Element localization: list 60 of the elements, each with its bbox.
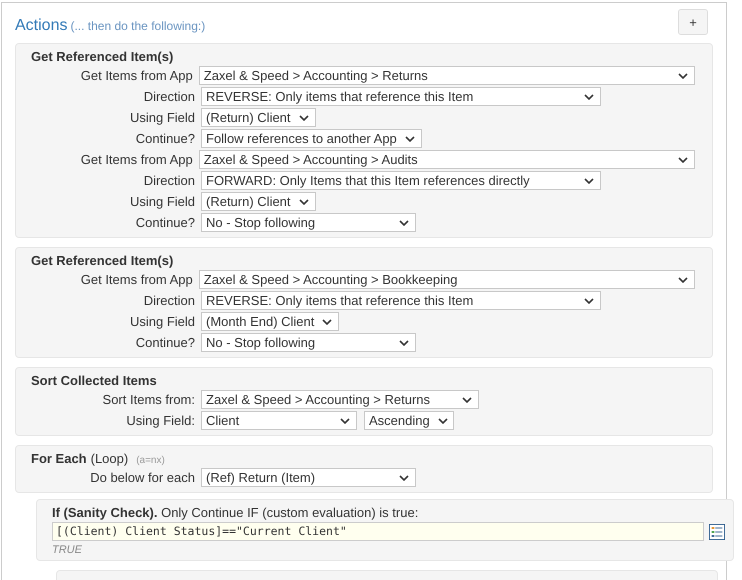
field-label: Sort Items from:: [102, 392, 196, 407]
field-label: Using Field: [128, 110, 196, 125]
dropdown[interactable]: (Return) Client: [201, 108, 316, 127]
card-hint: (a=nx): [136, 455, 165, 466]
field-label: Using Field:: [125, 413, 196, 428]
dropdown[interactable]: (Month End) Client: [201, 312, 340, 331]
section-subtitle: (... then do the following:): [70, 19, 206, 33]
field-label: Using Field: [128, 314, 196, 329]
dropdown[interactable]: Zaxel & Speed > Accounting > Returns: [198, 66, 695, 85]
dropdown[interactable]: No - Stop following: [201, 333, 416, 352]
chevron-icon: [298, 114, 309, 120]
dropdown[interactable]: Zaxel & Speed > Accounting > Bookkeeping: [198, 270, 695, 289]
dropdown[interactable]: REVERSE: Only items that reference this Item: [201, 291, 601, 310]
chevron-icon: [404, 136, 415, 142]
chevron-icon: [678, 72, 688, 78]
chevron-icon: [462, 396, 472, 402]
field-label: Continue?: [134, 335, 196, 350]
dropdown[interactable]: (Return) Client: [201, 192, 316, 211]
chevron-icon: [438, 418, 448, 424]
chevron-icon: [584, 298, 594, 304]
dropdown[interactable]: No - Stop following: [201, 213, 416, 232]
chevron-icon: [322, 318, 332, 324]
dropdown[interactable]: Client: [201, 411, 357, 430]
field-label: Direction: [142, 293, 196, 308]
field-label: Get Items from App: [80, 272, 194, 287]
dropdown[interactable]: REVERSE: Only items that reference this Item: [201, 87, 601, 106]
dropdown[interactable]: Follow references to another App: [201, 129, 422, 148]
dropdown[interactable]: Zaxel & Speed > Accounting > Returns: [201, 390, 479, 409]
chevron-icon: [298, 198, 309, 204]
field-label: Continue?: [134, 131, 196, 146]
chevron-icon: [399, 220, 409, 226]
field-label: Continue?: [134, 215, 196, 230]
dropdown[interactable]: FORWARD: Only Items that this Item references directly: [201, 171, 601, 190]
condition-title: If (Sanity Check). Only Continue IF (custom evaluation) is true:: [52, 505, 420, 520]
field-label: Get Items from App: [80, 68, 194, 83]
chevron-icon: [584, 94, 594, 100]
dropdown[interactable]: Ascending: [364, 411, 454, 430]
chevron-icon: [399, 474, 409, 480]
chevron-icon: [340, 418, 350, 424]
field-label: Using Field: [128, 194, 196, 209]
chevron-icon: [399, 340, 409, 346]
card-title-note: (Loop): [90, 451, 128, 466]
list-icon[interactable]: [709, 524, 725, 540]
card-title: For Each: [31, 451, 87, 466]
chevron-icon: [584, 178, 594, 184]
card-title: Get Referenced Item(s): [31, 49, 174, 64]
field-label: Get Items from App: [80, 152, 194, 167]
chevron-icon: [678, 276, 688, 282]
dropdown[interactable]: Zaxel & Speed > Accounting > Audits: [198, 150, 695, 169]
field-label: Direction: [142, 173, 196, 188]
card-title: Get Referenced Item(s): [31, 253, 174, 268]
card-title: Sort Collected Items: [31, 373, 157, 388]
dropdown[interactable]: (Ref) Return (Item): [201, 468, 416, 487]
add-button[interactable]: +: [678, 9, 708, 35]
evaluation-result: TRUE: [52, 544, 83, 556]
expression-field[interactable]: [(Client) Client Status]=="Current Client": [52, 522, 704, 541]
field-label: Direction: [142, 89, 196, 104]
chevron-icon: [678, 156, 688, 162]
section-title: Actions: [15, 17, 68, 34]
field-label: Do below for each: [89, 470, 196, 485]
